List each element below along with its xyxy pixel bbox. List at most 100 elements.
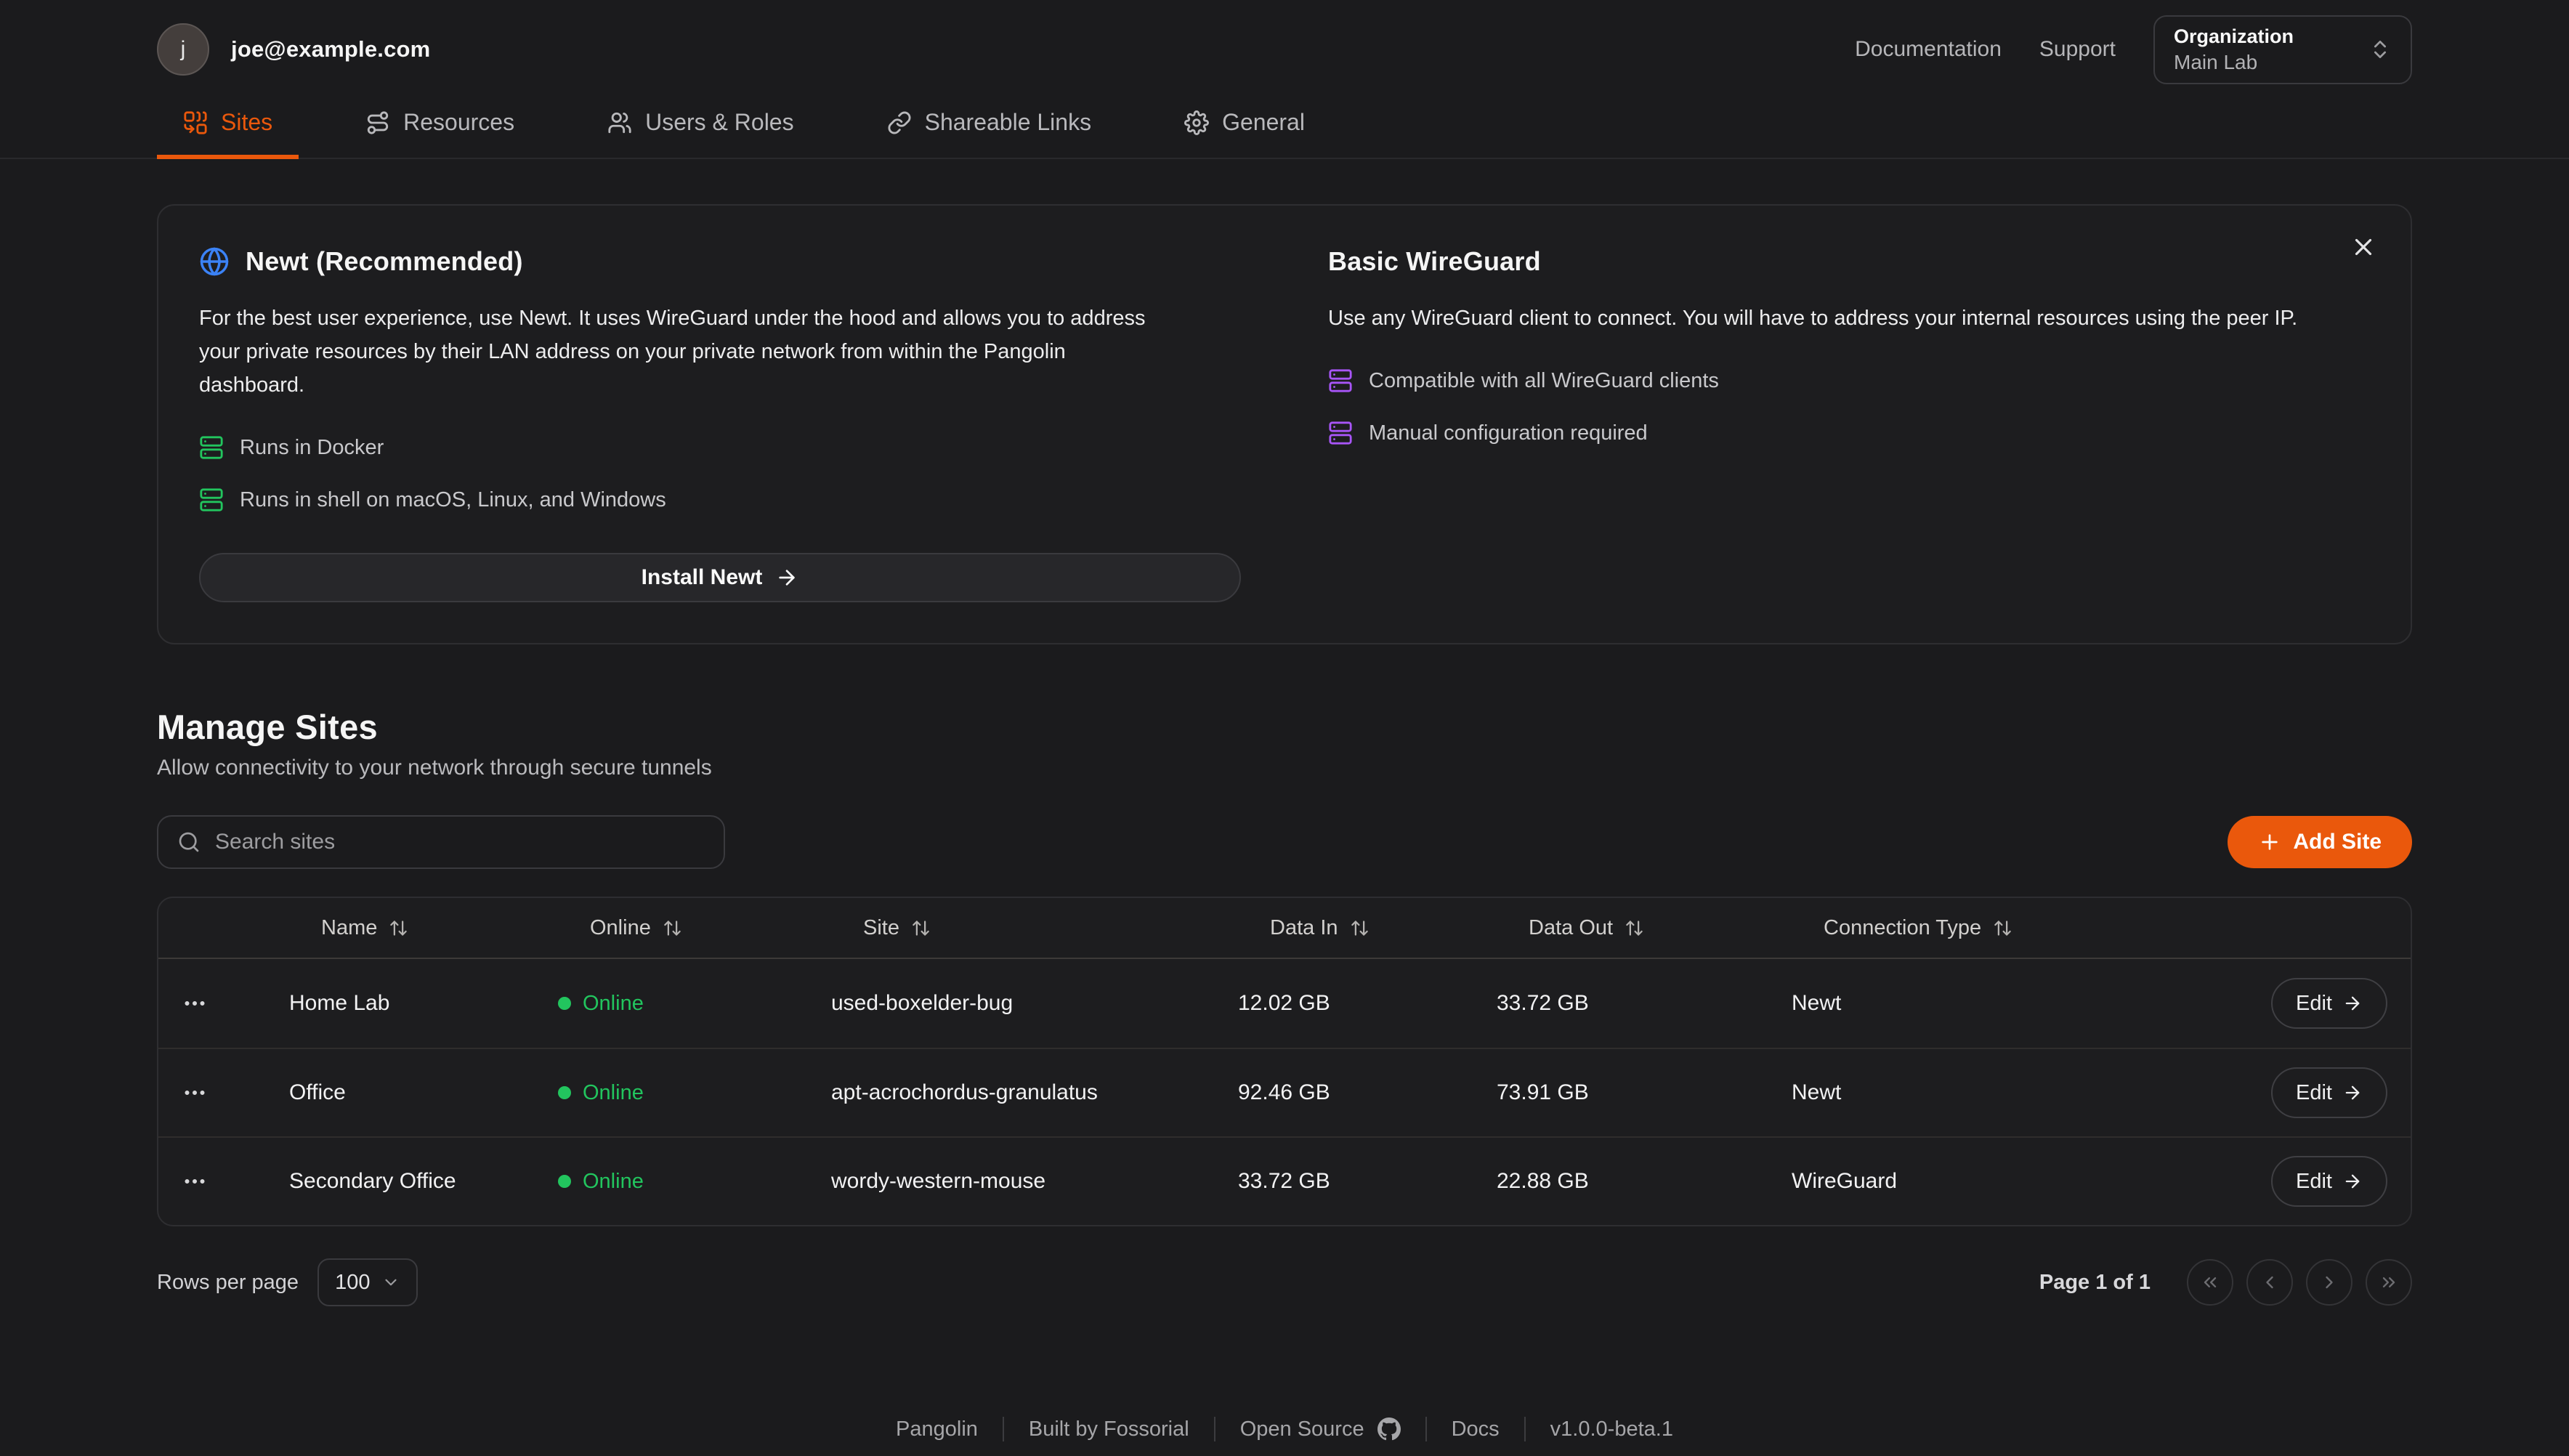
- arrow-right-icon: [2342, 993, 2363, 1014]
- route-icon: [365, 110, 390, 135]
- row-actions-menu[interactable]: [176, 1074, 214, 1112]
- link-icon: [887, 110, 912, 135]
- tab-label: Shareable Links: [925, 109, 1091, 136]
- chevron-left-icon: [2259, 1272, 2280, 1293]
- rows-per-page-label: Rows per page: [157, 1271, 299, 1295]
- wireguard-feature: Manual configuration required: [1328, 421, 2370, 445]
- sort-icon: [663, 918, 682, 938]
- row-actions-menu[interactable]: [176, 984, 214, 1022]
- divider: [1003, 1417, 1004, 1441]
- feature-text: Runs in Docker: [240, 436, 384, 460]
- online-dot-icon: [558, 1175, 571, 1188]
- open-source-label: Open Source: [1240, 1417, 1364, 1441]
- site-slug: used-boxelder-bug: [814, 991, 1221, 1016]
- organization-value: Main Lab: [2174, 51, 2348, 74]
- edit-button[interactable]: Edit: [2271, 1067, 2387, 1118]
- connection-type-value: Newt: [1774, 1080, 2107, 1105]
- connection-type-value: Newt: [1774, 991, 2107, 1016]
- next-page-button[interactable]: [2306, 1259, 2352, 1306]
- user-email: joe@example.com: [231, 36, 430, 62]
- column-header-name[interactable]: Name: [272, 916, 541, 940]
- edit-button[interactable]: Edit: [2271, 1156, 2387, 1207]
- github-icon: [1377, 1417, 1401, 1441]
- data-out-value: 22.88 GB: [1479, 1169, 1774, 1194]
- wireguard-description: Use any WireGuard client to connect. You…: [1328, 302, 2302, 335]
- status-badge: Online: [558, 1081, 814, 1105]
- divider: [1214, 1417, 1215, 1441]
- data-in-value: 12.02 GB: [1221, 991, 1479, 1016]
- column-header-data-out[interactable]: Data Out: [1479, 916, 1774, 940]
- divider: [1425, 1417, 1427, 1441]
- feature-text: Runs in shell on macOS, Linux, and Windo…: [240, 488, 666, 512]
- column-header-online[interactable]: Online: [541, 916, 814, 940]
- tab-label: General: [1222, 109, 1305, 136]
- footer-brand[interactable]: Pangolin: [896, 1417, 978, 1441]
- documentation-link[interactable]: Documentation: [1855, 37, 2002, 62]
- row-actions-menu[interactable]: [176, 1162, 214, 1200]
- tab-resources[interactable]: Resources: [339, 93, 541, 158]
- edit-button[interactable]: Edit: [2271, 978, 2387, 1029]
- tab-sites[interactable]: Sites: [157, 93, 299, 158]
- search-box: [157, 815, 725, 869]
- close-icon[interactable]: [2350, 233, 2377, 261]
- previous-page-button[interactable]: [2246, 1259, 2293, 1306]
- organization-selector[interactable]: Organization Main Lab: [2153, 15, 2412, 84]
- online-dot-icon: [558, 1086, 571, 1099]
- server-icon: [199, 488, 224, 512]
- site-slug: wordy-western-mouse: [814, 1169, 1221, 1194]
- data-in-value: 33.72 GB: [1221, 1169, 1479, 1194]
- add-site-button[interactable]: Add Site: [2228, 816, 2412, 868]
- footer-built-by[interactable]: Built by Fossorial: [1029, 1417, 1189, 1441]
- chevrons-left-icon: [2200, 1272, 2220, 1293]
- chevrons-right-icon: [2379, 1272, 2399, 1293]
- sort-icon: [389, 918, 408, 938]
- column-header-data-in[interactable]: Data In: [1221, 916, 1479, 940]
- tab-users-roles[interactable]: Users & Roles: [581, 93, 820, 158]
- tab-shareable-links[interactable]: Shareable Links: [861, 93, 1117, 158]
- tab-label: Sites: [221, 109, 272, 136]
- site-name: Office: [272, 1080, 541, 1105]
- arrow-right-icon: [2342, 1083, 2363, 1103]
- table-row: Office Online apt-acrochordus-granulatus…: [158, 1048, 2411, 1136]
- newt-column: Newt (Recommended) For the best user exp…: [199, 246, 1241, 602]
- wireguard-column: Basic WireGuard Use any WireGuard client…: [1328, 246, 2370, 602]
- sort-icon: [911, 918, 931, 938]
- status-badge: Online: [558, 992, 814, 1016]
- table-row: Secondary Office Online wordy-western-mo…: [158, 1136, 2411, 1225]
- divider: [1524, 1417, 1526, 1441]
- install-newt-button[interactable]: Install Newt: [199, 553, 1241, 602]
- site-name: Secondary Office: [272, 1169, 541, 1194]
- newt-feature: Runs in shell on macOS, Linux, and Windo…: [199, 488, 1241, 512]
- site-name: Home Lab: [272, 991, 541, 1016]
- page-info: Page 1 of 1: [2039, 1271, 2151, 1295]
- avatar[interactable]: j: [157, 23, 209, 76]
- footer-docs[interactable]: Docs: [1452, 1417, 1500, 1441]
- page-title: Manage Sites: [157, 707, 2412, 747]
- server-icon: [1328, 368, 1353, 393]
- search-input[interactable]: [215, 830, 705, 854]
- footer-open-source[interactable]: Open Source: [1240, 1417, 1401, 1441]
- arrow-right-icon: [775, 566, 798, 589]
- tab-general[interactable]: General: [1158, 93, 1331, 158]
- table-row: Home Lab Online used-boxelder-bug 12.02 …: [158, 959, 2411, 1048]
- column-header-connection-type[interactable]: Connection Type: [1774, 916, 2107, 940]
- rows-per-page-value: 100: [335, 1271, 370, 1295]
- rows-per-page-select[interactable]: 100: [317, 1258, 418, 1306]
- first-page-button[interactable]: [2187, 1259, 2233, 1306]
- connection-type-value: WireGuard: [1774, 1169, 2107, 1194]
- chevron-down-icon: [381, 1273, 400, 1292]
- support-link[interactable]: Support: [2039, 37, 2116, 62]
- install-newt-label: Install Newt: [642, 565, 763, 590]
- search-icon: [177, 830, 201, 854]
- footer: Pangolin Built by Fossorial Open Source …: [157, 1417, 2412, 1441]
- newt-description: For the best user experience, use Newt. …: [199, 302, 1173, 402]
- newt-wireguard-banner: Newt (Recommended) For the best user exp…: [157, 204, 2412, 644]
- last-page-button[interactable]: [2366, 1259, 2412, 1306]
- column-header-site[interactable]: Site: [814, 916, 1221, 940]
- sort-icon: [1350, 918, 1370, 938]
- tab-bar: Sites Resources Users & Roles Shareable …: [0, 93, 2569, 159]
- sites-table: Name Online Site Data In Data Out Connec…: [157, 897, 2412, 1226]
- data-in-value: 92.46 GB: [1221, 1080, 1479, 1105]
- status-badge: Online: [558, 1170, 814, 1194]
- site-slug: apt-acrochordus-granulatus: [814, 1080, 1221, 1105]
